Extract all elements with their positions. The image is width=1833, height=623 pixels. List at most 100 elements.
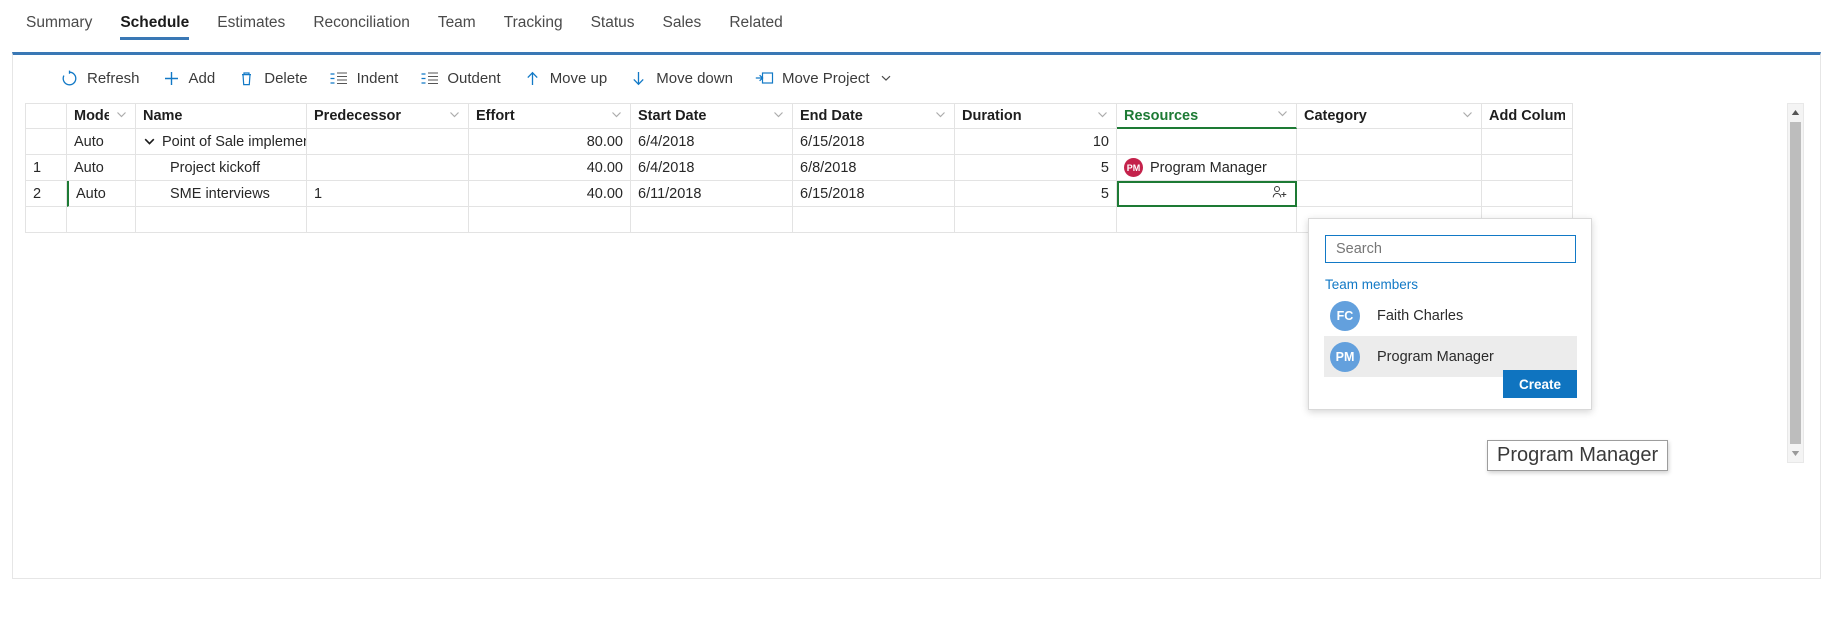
row-mode[interactable] bbox=[67, 207, 136, 233]
row-effort[interactable] bbox=[469, 207, 631, 233]
scrollbar-thumb[interactable] bbox=[1790, 122, 1801, 444]
scroll-up-icon[interactable] bbox=[1787, 104, 1804, 121]
row-name[interactable]: Point of Sale implementati bbox=[136, 129, 307, 155]
row-start-date[interactable]: 6/4/2018 bbox=[631, 129, 793, 155]
row-predecessor[interactable] bbox=[307, 207, 469, 233]
row-predecessor[interactable] bbox=[307, 129, 469, 155]
row-start-date[interactable]: 6/4/2018 bbox=[631, 155, 793, 181]
header-name[interactable]: Name bbox=[136, 103, 307, 129]
row-category[interactable] bbox=[1297, 129, 1482, 155]
row-duration[interactable]: 10 bbox=[955, 129, 1117, 155]
row-resources[interactable] bbox=[1117, 207, 1297, 233]
outdent-label: Outdent bbox=[447, 69, 501, 87]
header-duration[interactable]: Duration bbox=[955, 103, 1117, 129]
chevron-down-icon[interactable] bbox=[772, 108, 785, 125]
team-members-list: FC Faith Charles PM Program Manager bbox=[1324, 295, 1577, 377]
avatar: PM bbox=[1124, 158, 1143, 177]
refresh-button[interactable]: Refresh bbox=[51, 62, 149, 94]
schedule-toolbar: Refresh Add Delete Indent Outdent Move u… bbox=[13, 55, 1820, 101]
indent-button[interactable]: Indent bbox=[321, 62, 408, 94]
search-field-wrapper[interactable] bbox=[1325, 235, 1576, 263]
table-row[interactable]: 2 Auto SME interviews 1 40.00 6/11/2018 … bbox=[25, 181, 1785, 207]
row-end-date[interactable]: 6/8/2018 bbox=[793, 155, 955, 181]
move-project-label: Move Project bbox=[781, 69, 870, 87]
row-end-date[interactable]: 6/15/2018 bbox=[793, 129, 955, 155]
chevron-down-icon[interactable] bbox=[1461, 108, 1474, 125]
row-mode[interactable]: Auto bbox=[67, 129, 136, 155]
refresh-icon bbox=[60, 69, 79, 88]
row-end-date[interactable] bbox=[793, 207, 955, 233]
chevron-down-icon[interactable] bbox=[934, 108, 947, 125]
tab-summary[interactable]: Summary bbox=[12, 0, 106, 46]
row-resources[interactable]: PM Program Manager bbox=[1117, 155, 1297, 181]
tab-reconciliation[interactable]: Reconciliation bbox=[299, 0, 424, 46]
row-predecessor[interactable]: 1 bbox=[307, 181, 469, 207]
row-duration[interactable]: 5 bbox=[955, 155, 1117, 181]
move-down-button[interactable]: Move down bbox=[620, 62, 742, 94]
row-start-date[interactable]: 6/11/2018 bbox=[631, 181, 793, 207]
tab-tracking[interactable]: Tracking bbox=[490, 0, 577, 46]
chevron-down-icon[interactable] bbox=[1276, 107, 1289, 124]
tab-label: Tracking bbox=[503, 14, 563, 31]
tab-label: Team bbox=[437, 14, 476, 31]
row-effort[interactable]: 40.00 bbox=[469, 181, 631, 207]
tab-sales[interactable]: Sales bbox=[649, 0, 716, 46]
tab-label: Related bbox=[729, 14, 783, 31]
resources-cell-editor[interactable] bbox=[1117, 181, 1297, 207]
header-mode[interactable]: Mode bbox=[67, 103, 136, 129]
tab-schedule[interactable]: Schedule bbox=[106, 0, 203, 46]
move-project-button[interactable]: Move Project bbox=[746, 62, 902, 94]
search-input[interactable] bbox=[1336, 241, 1565, 257]
chevron-down-icon[interactable] bbox=[1096, 108, 1109, 125]
add-button[interactable]: Add bbox=[153, 62, 225, 94]
tab-related[interactable]: Related bbox=[715, 0, 796, 46]
list-item[interactable]: FC Faith Charles bbox=[1324, 295, 1577, 336]
member-name: Program Manager bbox=[1377, 348, 1494, 365]
header-predecessor[interactable]: Predecessor bbox=[307, 103, 469, 129]
table-row[interactable]: 1 Auto Project kickoff 40.00 6/4/2018 6/… bbox=[25, 155, 1785, 181]
row-end-date[interactable]: 6/15/2018 bbox=[793, 181, 955, 207]
row-name[interactable] bbox=[136, 207, 307, 233]
table-row[interactable]: Auto Point of Sale implementati 80.00 6/… bbox=[25, 129, 1785, 155]
chevron-down-icon[interactable] bbox=[448, 108, 461, 125]
row-duration[interactable]: 5 bbox=[955, 181, 1117, 207]
tab-status[interactable]: Status bbox=[577, 0, 649, 46]
row-resources[interactable] bbox=[1117, 129, 1297, 155]
indent-icon bbox=[330, 69, 349, 88]
row-category[interactable] bbox=[1297, 181, 1482, 207]
project-schedule-screen: Summary Schedule Estimates Reconciliatio… bbox=[0, 0, 1833, 623]
outdent-button[interactable]: Outdent bbox=[411, 62, 509, 94]
row-category[interactable] bbox=[1297, 155, 1482, 181]
header-add-column[interactable]: Add Column bbox=[1482, 103, 1573, 129]
grid-vertical-scrollbar[interactable] bbox=[1787, 103, 1804, 463]
scroll-down-icon[interactable] bbox=[1787, 445, 1804, 462]
tab-team[interactable]: Team bbox=[424, 0, 490, 46]
row-start-date[interactable] bbox=[631, 207, 793, 233]
schedule-grid: Mode Name Predecessor Effort Start Date bbox=[25, 103, 1785, 233]
row-mode[interactable]: Auto bbox=[67, 181, 136, 207]
chevron-down-icon[interactable] bbox=[610, 108, 623, 125]
chevron-down-icon[interactable] bbox=[115, 108, 128, 125]
create-button[interactable]: Create bbox=[1503, 370, 1577, 398]
tab-estimates[interactable]: Estimates bbox=[203, 0, 299, 46]
header-start-date[interactable]: Start Date bbox=[631, 103, 793, 129]
grid-header-row: Mode Name Predecessor Effort Start Date bbox=[25, 103, 1785, 129]
chevron-down-icon[interactable] bbox=[143, 135, 156, 148]
move-up-button[interactable]: Move up bbox=[514, 62, 617, 94]
header-category[interactable]: Category bbox=[1297, 103, 1482, 129]
header-effort[interactable]: Effort bbox=[469, 103, 631, 129]
move-project-icon bbox=[755, 69, 774, 88]
header-resources[interactable]: Resources bbox=[1117, 103, 1297, 129]
row-effort[interactable]: 80.00 bbox=[469, 129, 631, 155]
resource-picker-dropdown: Team members FC Faith Charles PM Program… bbox=[1308, 218, 1592, 410]
add-person-icon[interactable] bbox=[1272, 185, 1288, 203]
row-predecessor[interactable] bbox=[307, 155, 469, 181]
delete-button[interactable]: Delete bbox=[228, 62, 316, 94]
header-end-date[interactable]: End Date bbox=[793, 103, 955, 129]
row-name[interactable]: Project kickoff bbox=[136, 155, 307, 181]
row-name[interactable]: SME interviews bbox=[136, 181, 307, 207]
row-effort[interactable]: 40.00 bbox=[469, 155, 631, 181]
add-label: Add bbox=[188, 69, 216, 87]
row-mode[interactable]: Auto bbox=[67, 155, 136, 181]
row-duration[interactable] bbox=[955, 207, 1117, 233]
